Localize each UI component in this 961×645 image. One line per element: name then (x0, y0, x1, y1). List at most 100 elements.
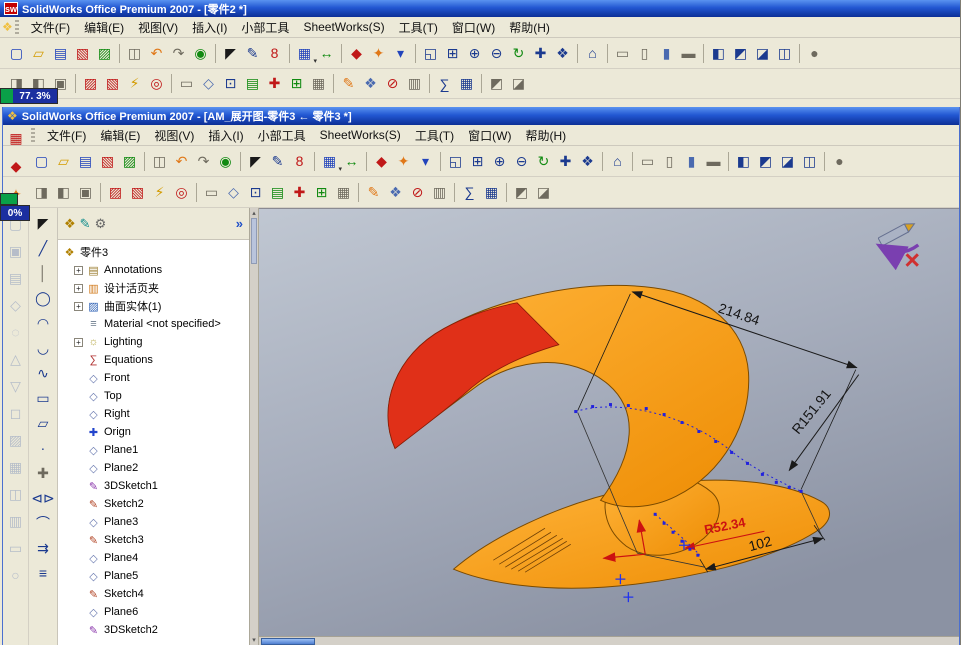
target-tool-icon[interactable]: ◎ (146, 73, 167, 94)
arc-tool-icon[interactable]: ◠ (33, 313, 54, 333)
wireframe-icon[interactable]: ▭ (612, 43, 633, 64)
centerline-tool-icon[interactable]: │ (33, 263, 54, 283)
toolbar-options-icon[interactable]: ● (829, 151, 850, 172)
tree-item[interactable]: +◇Plane6 (58, 603, 249, 621)
tree-item[interactable]: +≡Material <not specified> (58, 315, 249, 333)
navigate-tool-icon[interactable]: ❖ (360, 73, 381, 94)
tree-item[interactable]: +◇Plane2 (58, 459, 249, 477)
scroll-down-arrow-icon[interactable]: ▾ (250, 636, 258, 644)
plane-tool-icon[interactable]: ◇ (223, 182, 244, 203)
propertymanager-tab-icon[interactable]: ✎ (80, 216, 91, 232)
cancel-x-icon[interactable]: × (904, 245, 920, 275)
axis-tool-icon[interactable]: ✚ (33, 463, 54, 483)
detailing-icon[interactable]: ◨ (31, 182, 52, 203)
tree-item[interactable]: + ☼ Lighting (58, 333, 249, 351)
hatch-red-icon[interactable]: ▧ (102, 73, 123, 94)
inner-window-titlebar[interactable]: ❖ SolidWorks Office Premium 2007 - [AM_展… (3, 107, 959, 125)
line-tool-icon[interactable]: ╱ (33, 238, 54, 258)
zoom-area-icon[interactable]: ⊞ (442, 43, 463, 64)
tree-item[interactable]: + ▥ 设计活页夹 (58, 279, 249, 297)
menu-insert[interactable]: 插入(I) (185, 17, 234, 38)
feature-star-icon[interactable]: ✦ (368, 43, 389, 64)
surface-untrim-icon[interactable]: ▥ (5, 511, 26, 531)
camera-a-icon[interactable]: ◩ (511, 182, 532, 203)
view-top-icon[interactable]: ◩ (730, 43, 751, 64)
zoom-fit-icon[interactable]: ◱ (420, 43, 441, 64)
surface-loft-icon[interactable]: ◇ (5, 295, 26, 315)
addin-grid-icon[interactable]: ▦ (6, 128, 27, 149)
view-iso-icon[interactable]: ◪ (752, 43, 773, 64)
tree-item[interactable]: + ▨ 曲面实体(1) (58, 297, 249, 315)
redo-icon[interactable]: ↷ (168, 43, 189, 64)
rebuild-icon[interactable]: ◉ (190, 43, 211, 64)
tree-item[interactable]: +◇Plane4 (58, 549, 249, 567)
annotation-note-icon[interactable]: ◧ (53, 182, 74, 203)
menu-addin-tools[interactable]: 小部工具 (234, 17, 296, 38)
wireframe-icon[interactable]: ▭ (637, 151, 658, 172)
rotate-view-icon[interactable]: ↻ (508, 43, 529, 64)
table-tool-icon[interactable]: ▤ (242, 73, 263, 94)
menu-insert[interactable]: 插入(I) (201, 125, 250, 146)
tree-expand-toggle[interactable]: + (74, 337, 83, 347)
menu-help[interactable]: 帮助(H) (518, 125, 573, 146)
print-icon[interactable]: ◫ (124, 43, 145, 64)
pencil-tool-icon[interactable]: ✎ (363, 182, 384, 203)
configurationmanager-tab-icon[interactable]: ⚙ (95, 216, 107, 232)
surface-fill-icon[interactable]: ◌ (5, 322, 26, 342)
select-icon[interactable]: ◤ (220, 43, 241, 64)
shadows-icon[interactable]: ▬ (703, 151, 724, 172)
target-tool-icon[interactable]: ◎ (171, 182, 192, 203)
cross-tool-icon[interactable]: ✚ (289, 182, 310, 203)
tree-vertical-scrollbar[interactable]: ▴ ▾ (250, 208, 259, 645)
view-iso-icon[interactable]: ◪ (777, 151, 798, 172)
menu-help[interactable]: 帮助(H) (502, 17, 557, 38)
toolbar-grip[interactable] (31, 128, 35, 142)
menu-file[interactable]: 文件(F) (24, 17, 77, 38)
menu-edit[interactable]: 编辑(E) (77, 17, 131, 38)
view-drop-icon[interactable]: ▾ (390, 43, 411, 64)
menu-sheetworks[interactable]: SheetWorks(S) (313, 126, 408, 144)
grid-tool-icon[interactable]: ⊞ (286, 73, 307, 94)
tool-8-icon[interactable]: 8 (289, 151, 310, 172)
3d-drag-icon[interactable]: ❖ (552, 43, 573, 64)
surface-mid-icon[interactable]: ▭ (5, 538, 26, 558)
surface-delete-icon[interactable]: ○ (5, 565, 26, 585)
surface-trim-icon[interactable]: ◫ (5, 484, 26, 504)
sketch-icon[interactable]: ✎ (267, 151, 288, 172)
surface-knit-icon[interactable]: ◻ (5, 403, 26, 423)
scrollbar-thumb[interactable] (261, 637, 315, 645)
undo-icon[interactable]: ↶ (171, 151, 192, 172)
menu-addin-tools[interactable]: 小部工具 (251, 125, 313, 146)
plane-tool-icon[interactable]: ◇ (198, 73, 219, 94)
feature-diamond-icon[interactable]: ◆ (346, 43, 367, 64)
tree-item[interactable]: +◇Plane3 (58, 513, 249, 531)
tree-item[interactable]: +✎3DSketch2 (58, 621, 249, 639)
equations-tool-icon[interactable]: ∑ (434, 73, 455, 94)
disable-tool-icon[interactable]: ⊘ (382, 73, 403, 94)
circle-tool-icon[interactable]: ◯ (33, 288, 54, 308)
menu-sheetworks[interactable]: SheetWorks(S) (296, 18, 391, 36)
layers-tool-icon[interactable]: ▥ (429, 182, 450, 203)
zoom-fit-icon[interactable]: ◱ (445, 151, 466, 172)
menu-view[interactable]: 视图(V) (131, 17, 185, 38)
surface-revolve-icon[interactable]: ▣ (5, 241, 26, 261)
design-table-icon[interactable]: ▦ (456, 73, 477, 94)
menu-window[interactable]: 窗口(W) (461, 125, 518, 146)
save-icon[interactable]: ▤ (75, 151, 96, 172)
view-top-icon[interactable]: ◩ (755, 151, 776, 172)
make-assembly-icon[interactable]: ▨ (119, 151, 140, 172)
cross-tool-icon[interactable]: ✚ (264, 73, 285, 94)
tree-item[interactable]: +◇Plane5 (58, 567, 249, 585)
view-four-pane-icon[interactable]: ◫ (774, 43, 795, 64)
offset-entities-tool-icon[interactable]: ≡ (33, 563, 54, 583)
mirror-entities-tool-icon[interactable]: ⊲⊳ (31, 488, 54, 508)
pan-icon[interactable]: ✚ (530, 43, 551, 64)
tree-expand-toggle[interactable]: + (74, 265, 83, 275)
balloon-icon[interactable]: ▣ (75, 182, 96, 203)
grid-icon[interactable]: ▦ ▾ (294, 43, 317, 65)
surface-extend-icon[interactable]: ▦ (5, 457, 26, 477)
sketch-icon[interactable]: ✎ (242, 43, 263, 64)
rectangle-sketch-tool-icon[interactable]: ▭ (33, 388, 54, 408)
convert-entities-tool-icon[interactable]: ⇉ (33, 538, 54, 558)
dimension-icon[interactable]: ↔ (341, 151, 362, 172)
